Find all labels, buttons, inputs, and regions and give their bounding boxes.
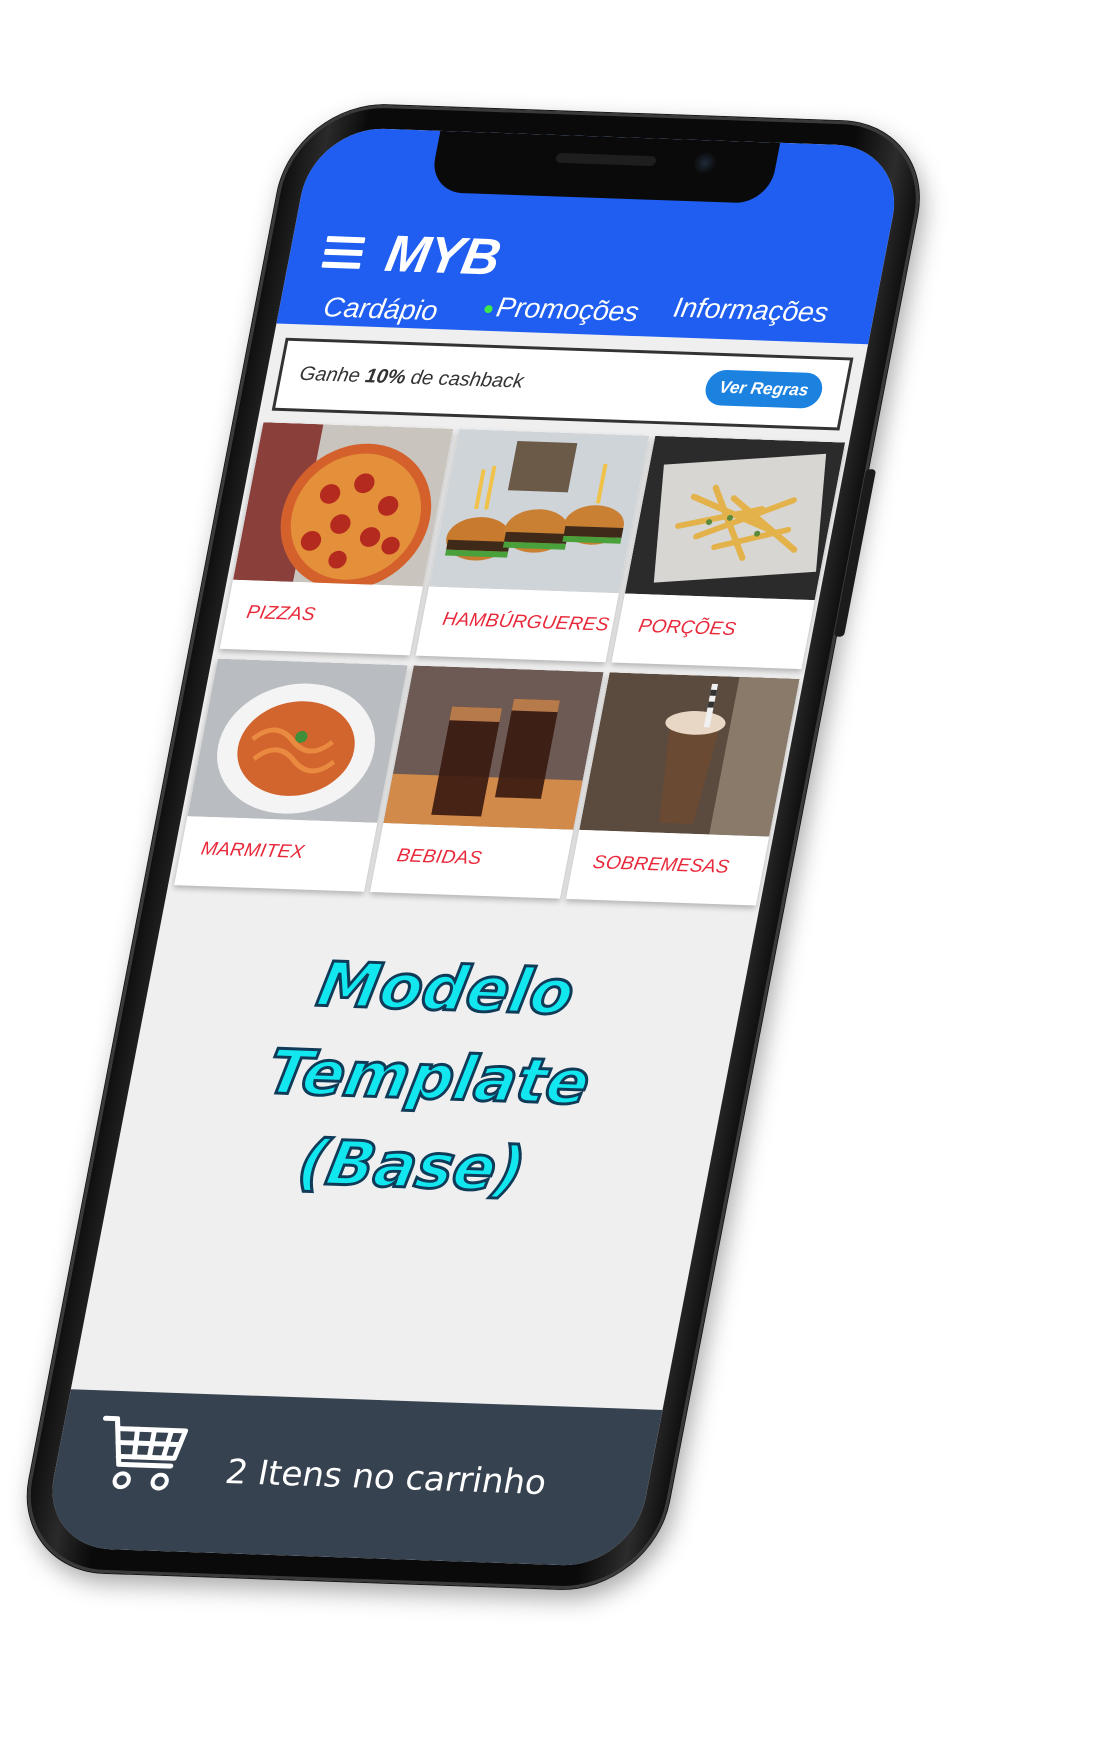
- speaker-grille: [554, 152, 657, 167]
- category-label: PIZZAS: [244, 602, 318, 626]
- tab-label: Promoções: [494, 291, 642, 328]
- category-grid: PIZZAS HAMBÚRGUERES PORÇÕES MARMITEX BEB…: [174, 422, 846, 906]
- cashback-banner: Ganhe 10% de cashback Ver Regras: [271, 337, 854, 431]
- notification-dot: [483, 304, 494, 313]
- category-card-sobremesas[interactable]: SOBREMESAS: [565, 672, 800, 906]
- category-card-pizzas[interactable]: PIZZAS: [219, 422, 454, 656]
- phone-side-button: [833, 469, 877, 637]
- category-label: BEBIDAS: [395, 845, 484, 870]
- category-label: PORÇÕES: [636, 615, 738, 640]
- tab-promocoes[interactable]: Promoções: [482, 291, 642, 328]
- hamburger-menu-icon[interactable]: [321, 236, 366, 269]
- tab-informacoes[interactable]: Informações: [671, 292, 831, 329]
- category-label: MARMITEX: [199, 838, 306, 863]
- nav-tabs: Cardápio Promoções Informações: [276, 284, 876, 348]
- shopping-cart-icon[interactable]: [87, 1412, 195, 1498]
- phone-screen: MYB Cardápio Promoções Informações Ganhe…: [40, 126, 907, 1568]
- cashback-text: Ganhe 10% de cashback: [298, 363, 526, 393]
- tab-label: Cardápio: [320, 291, 441, 327]
- phone-notch: [428, 130, 781, 204]
- template-watermark: Modelo Template (Base): [107, 934, 750, 1221]
- category-card-hamburgueres[interactable]: HAMBÚRGUERES: [415, 429, 650, 663]
- pasta-photo: [187, 658, 408, 823]
- burgers-photo: [428, 429, 650, 594]
- fries-photo: [624, 435, 846, 601]
- category-card-marmitex[interactable]: MARMITEX: [174, 658, 408, 892]
- pizza-photo: [233, 422, 454, 587]
- cashback-suffix: de cashback: [403, 366, 526, 393]
- front-camera: [691, 151, 718, 175]
- tab-label: Informações: [671, 291, 831, 328]
- category-card-bebidas[interactable]: BEBIDAS: [370, 665, 604, 899]
- ver-regras-button[interactable]: Ver Regras: [702, 369, 826, 409]
- category-label: HAMBÚRGUERES: [440, 609, 611, 636]
- cart-summary: 2 Itens no carrinho: [222, 1452, 550, 1503]
- cashback-percent: 10%: [363, 365, 408, 389]
- soda-photo: [383, 665, 604, 830]
- brand-logo: MYB: [380, 225, 505, 287]
- category-label: SOBREMESAS: [591, 852, 732, 878]
- tab-cardapio[interactable]: Cardápio: [320, 291, 441, 327]
- category-card-porcoes[interactable]: PORÇÕES: [611, 435, 846, 670]
- watermark-line-1: Modelo Template: [261, 946, 598, 1120]
- milkshake-photo: [579, 672, 800, 837]
- cashback-prefix: Ganhe: [297, 363, 368, 388]
- phone-mockup: MYB Cardápio Promoções Informações Ganhe…: [11, 102, 935, 1593]
- cart-bar[interactable]: 2 Itens no carrinho: [40, 1389, 663, 1568]
